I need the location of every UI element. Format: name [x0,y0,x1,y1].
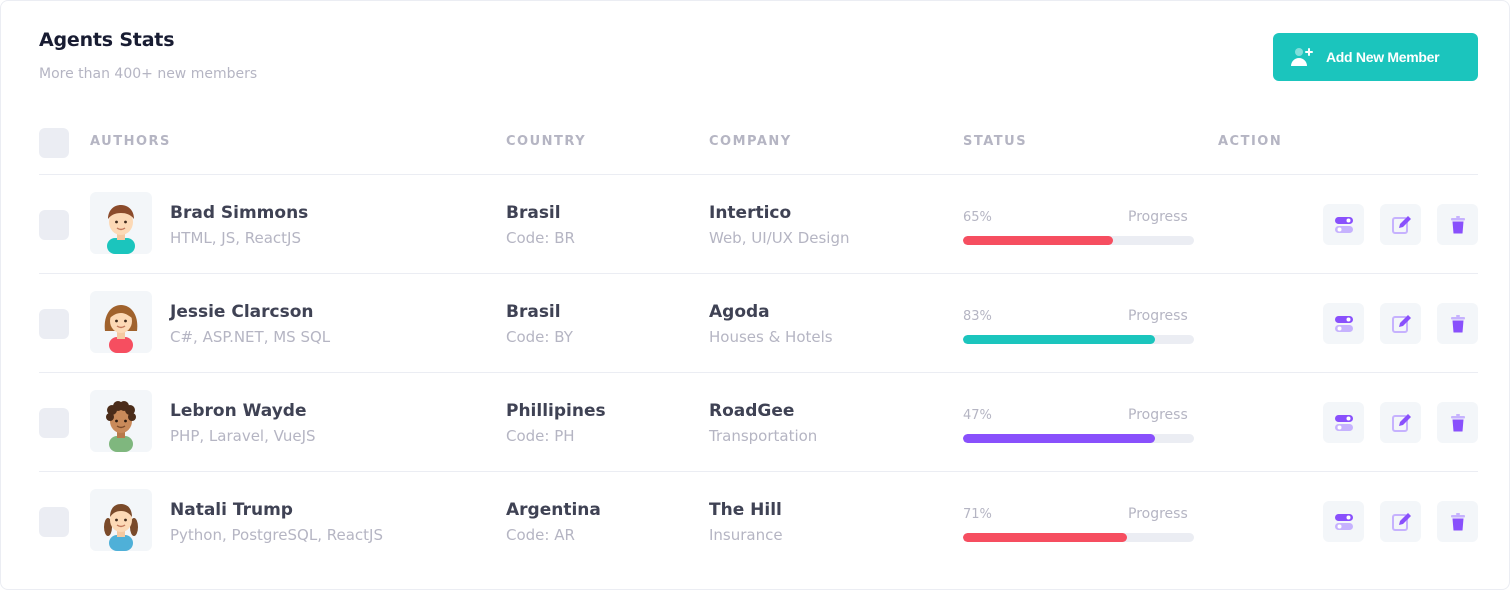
progress-fill [963,335,1155,344]
agents-stats-card: Agents Stats More than 400+ new members … [0,0,1510,590]
progress-bar [963,533,1194,542]
progress-percent: 65% [963,210,992,225]
progress-bar [963,434,1194,443]
country-code: Code: PH [506,427,575,445]
delete-button[interactable] [1437,204,1478,245]
avatar [90,291,152,353]
author-skills: PHP, Laravel, VueJS [170,427,316,445]
author-name[interactable]: Brad Simmons [170,203,308,223]
column-header-company: COMPANY [709,134,792,149]
country-name: Brasil [506,302,561,322]
curly-hair-avatar-icon [106,401,136,452]
trash-icon [1450,215,1465,233]
country-code: Code: BY [506,328,573,346]
progress-label: Progress [1128,407,1188,423]
progress-percent: 47% [963,408,992,423]
toggle-button[interactable] [1323,402,1364,443]
company-type: Transportation [709,427,818,445]
toggle-button[interactable] [1323,204,1364,245]
table-row: Brad Simmons HTML, JS, ReactJS Brasil Co… [1,175,1512,274]
girl-avatar-icon [104,305,138,353]
country-name: Phillipines [506,401,606,421]
toggle-button[interactable] [1323,303,1364,344]
toggle-icon [1334,216,1353,233]
trash-icon [1450,413,1465,431]
progress-label: Progress [1128,209,1188,225]
select-all-checkbox[interactable] [39,128,69,158]
avatar [90,390,152,452]
toggle-icon [1334,315,1353,332]
edit-button[interactable] [1380,402,1421,443]
delete-button[interactable] [1437,501,1478,542]
author-skills: HTML, JS, ReactJS [170,229,302,247]
company-name: Agoda [709,302,770,322]
edit-icon [1391,215,1411,234]
table-row: Lebron Wayde PHP, Laravel, VueJS Phillip… [1,373,1512,472]
row-checkbox[interactable] [39,507,69,537]
edit-icon [1391,314,1411,333]
column-header-authors: AUTHORS [90,134,171,149]
country-name: Argentina [506,500,601,520]
progress-percent: 83% [963,309,992,324]
avatar [90,192,152,254]
add-new-member-label: Add New Member [1326,49,1440,65]
braids-avatar-icon [104,504,138,551]
progress-fill [963,533,1127,542]
company-type: Web, UI/UX Design [709,229,850,247]
table-row: Jessie Clarcson C#, ASP.NET, MS SQL Bras… [1,274,1512,373]
trash-icon [1450,314,1465,332]
author-name[interactable]: Natali Trump [170,500,293,520]
column-header-country: COUNTRY [506,134,587,149]
boy-avatar-icon [107,205,135,254]
toggle-button[interactable] [1323,501,1364,542]
table-row: Natali Trump Python, PostgreSQL, ReactJS… [1,472,1512,571]
company-type: Insurance [709,526,783,544]
progress-bar [963,335,1194,344]
company-type: Houses & Hotels [709,328,833,346]
card-title: Agents Stats [39,29,175,51]
add-new-member-button[interactable]: Add New Member [1273,33,1478,81]
company-name: The Hill [709,500,782,520]
progress-label: Progress [1128,308,1188,324]
author-name[interactable]: Jessie Clarcson [170,302,314,322]
card-subtitle: More than 400+ new members [39,66,258,82]
row-checkbox[interactable] [39,408,69,438]
author-skills: Python, PostgreSQL, ReactJS [170,526,383,544]
author-skills: C#, ASP.NET, MS SQL [170,328,331,346]
progress-percent: 71% [963,507,992,522]
column-header-action: ACTION [1218,134,1283,149]
edit-button[interactable] [1380,501,1421,542]
row-checkbox[interactable] [39,210,69,240]
trash-icon [1450,512,1465,530]
edit-button[interactable] [1380,204,1421,245]
column-header-status: STATUS [963,134,1028,149]
progress-fill [963,434,1155,443]
edit-button[interactable] [1380,303,1421,344]
country-code: Code: AR [506,526,575,544]
progress-fill [963,236,1114,245]
delete-button[interactable] [1437,303,1478,344]
country-code: Code: BR [506,229,575,247]
company-name: Intertico [709,203,792,223]
author-name[interactable]: Lebron Wayde [170,401,307,421]
progress-bar [963,236,1194,245]
delete-button[interactable] [1437,402,1478,443]
toggle-icon [1334,414,1353,431]
company-name: RoadGee [709,401,795,421]
avatar [90,489,152,551]
row-checkbox[interactable] [39,309,69,339]
toggle-icon [1334,513,1353,530]
country-name: Brasil [506,203,561,223]
progress-label: Progress [1128,506,1188,522]
edit-icon [1391,413,1411,432]
edit-icon [1391,512,1411,531]
add-user-icon [1290,45,1314,69]
